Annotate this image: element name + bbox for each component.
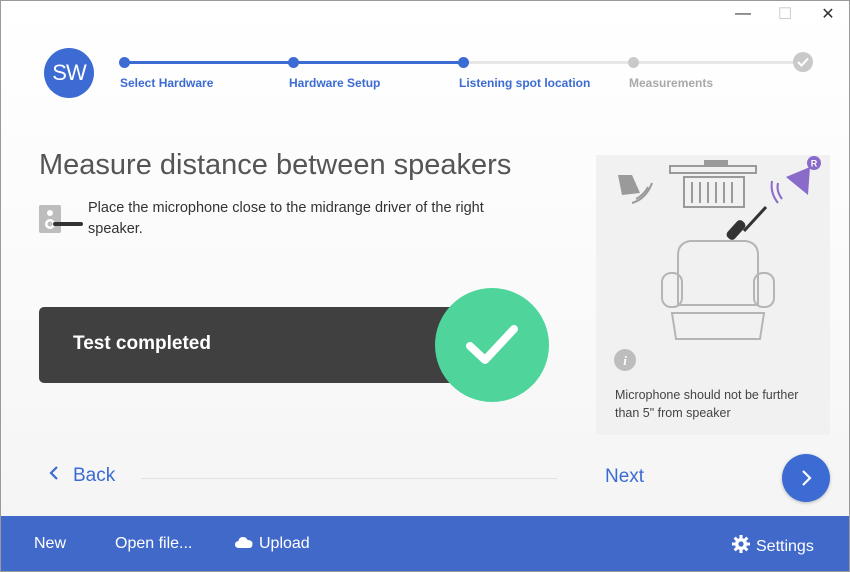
nav-divider (141, 478, 557, 479)
step-label-listening-spot[interactable]: Listening spot location (459, 76, 590, 90)
right-speaker-icon: R (770, 156, 821, 204)
upload-label: Upload (259, 535, 310, 552)
settings-label: Settings (756, 537, 814, 555)
step-dot-listening-spot (458, 57, 469, 68)
gear-icon (732, 535, 750, 558)
next-button[interactable] (782, 454, 830, 502)
cloud-icon (235, 535, 253, 553)
chevron-left-icon (49, 465, 59, 487)
maximize-button[interactable]: ☐ (763, 1, 807, 27)
microphone-distance-note: Microphone should not be further than 5"… (615, 388, 799, 420)
step-label-measurements: Measurements (629, 76, 714, 90)
open-file-label: Open file... (115, 535, 193, 552)
chair-icon (661, 240, 775, 340)
info-icon: i (614, 349, 636, 371)
status-text: Test completed (73, 333, 211, 354)
settings-button[interactable]: Settings (732, 535, 814, 558)
step-dot-measurements (628, 57, 639, 68)
upload-button[interactable]: Upload (235, 535, 310, 553)
page-title: Measure distance between speakers (39, 149, 512, 181)
new-button[interactable]: New (34, 535, 66, 553)
next-label[interactable]: Next (605, 466, 644, 488)
svg-text:R: R (811, 159, 818, 169)
app-window: — ☐ ✕ SW Select Hardware Hardware Setup … (0, 0, 850, 572)
chevron-right-icon (802, 470, 812, 486)
back-label: Back (73, 465, 116, 486)
svg-text:i: i (623, 353, 627, 368)
back-button[interactable]: Back (49, 465, 115, 487)
close-button[interactable]: ✕ (806, 1, 849, 27)
left-speaker-icon (618, 175, 653, 204)
step-dot-select-hardware (119, 57, 130, 68)
minimize-button[interactable]: — (721, 1, 765, 27)
microphone-speaker-icon (39, 203, 85, 240)
console-icon (669, 160, 757, 208)
success-check-icon (435, 288, 549, 402)
open-file-button[interactable]: Open file... (115, 535, 192, 553)
app-logo: SW (44, 48, 94, 98)
instruction-text: Place the microphone close to the midran… (88, 200, 484, 237)
step-label-select-hardware[interactable]: Select Hardware (120, 76, 213, 90)
new-label: New (34, 535, 67, 552)
microphone-icon (726, 205, 768, 240)
step-final-check-icon (793, 52, 813, 72)
step-dot-hardware-setup (288, 57, 299, 68)
step-label-hardware-setup[interactable]: Hardware Setup (289, 76, 380, 90)
